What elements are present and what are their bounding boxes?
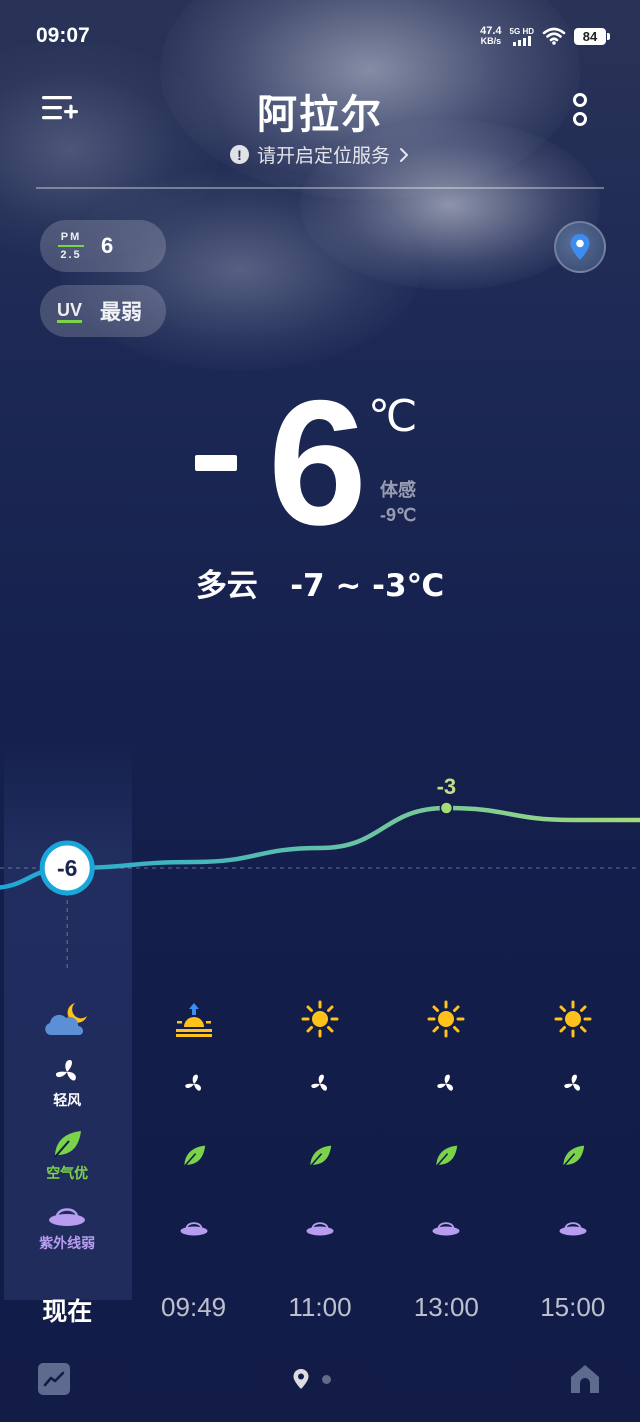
map-button[interactable] [554,221,606,273]
network-speed-unit: KB/s [480,36,502,46]
sun-icon [427,1000,465,1038]
hour-time: 13:00 [413,1292,479,1322]
condition-range: 多云 -7 ~ -3℃ [195,568,445,604]
sun-icon [301,1000,339,1038]
current-temperature: 6 [268,363,367,562]
cloudy-night-icon [45,1003,88,1035]
hourly-temperature-chart[interactable]: -6 -3 [0,740,640,980]
hour-column[interactable]: 09:49 [130,990,256,1322]
fan-icon [311,1074,327,1091]
peak-temperature-label: -3 [437,774,457,799]
page-indicator [292,1368,331,1390]
hour-time: 现在 [42,1297,93,1326]
temperature-minus-sign [195,455,237,471]
hour-column[interactable]: 15:00 [510,990,636,1322]
feels-like-label: 体感 [380,480,416,501]
wifi-icon [542,27,566,45]
location-service-prompt[interactable]: ! 请开启定位服务 [0,141,640,168]
hour-column[interactable]: 11:00 [257,990,383,1322]
chevron-right-icon [400,147,408,162]
battery-icon: 84 [574,27,610,45]
network-speed: 47.4 KB/s [480,25,502,47]
current-temperature-label: -6 [57,855,77,881]
location-tip-text: 请开启定位服务 [256,145,390,167]
temperature-unit: ℃ [368,392,418,441]
hour-column[interactable]: 轻风 空气优 紫外线弱 现在 [4,990,130,1326]
hour-time: 09:49 [161,1292,227,1322]
leaf-icon [436,1145,458,1167]
leaf-icon [309,1145,332,1167]
trend-chart-icon [43,1371,65,1387]
location-pin-icon [293,1369,309,1389]
feels-like-value: -9℃ [380,505,417,525]
uv-index-label: 紫外线弱 [39,1236,96,1252]
sun-hat-icon [559,1222,587,1236]
header-divider [36,187,604,189]
hour-time: 15:00 [540,1292,606,1322]
fan-icon [564,1074,580,1091]
fan-icon [437,1074,454,1091]
sun-hat-icon [306,1222,334,1236]
pm25-icon: PM 2.5 [57,231,85,261]
air-quality-label: 空气优 [46,1166,89,1182]
network-type: 5G HD [509,26,534,36]
sun-hat-icon [49,1208,86,1226]
page-dot [322,1374,331,1384]
pm25-pill[interactable]: PM 2.5 6 [40,220,166,272]
city-name[interactable]: 阿拉尔 [0,82,640,140]
sunrise-icon [175,1003,212,1037]
current-temperature-marker: -6 [39,840,95,896]
pm-label-bottom: 2.5 [60,249,82,261]
clock: 09:07 [36,24,90,47]
wind-label: 轻风 [53,1093,82,1109]
map-pin-icon [570,234,590,260]
sun-icon [554,1000,592,1038]
network-speed-value: 47.4 [480,25,502,37]
leaf-icon [183,1145,205,1167]
hour-time: 11:00 [288,1292,352,1322]
home-icon[interactable] [568,1362,602,1396]
hour-column[interactable]: 13:00 [383,990,509,1322]
more-options-icon[interactable] [566,90,594,130]
leaf-icon [54,1131,82,1158]
status-icons: 47.4 KB/s 5G HD 84 [480,25,610,47]
uv-pill[interactable]: UV 最弱 [40,285,166,337]
temperature-line [0,805,640,890]
leaf-icon [562,1145,584,1167]
sun-hat-icon [432,1222,460,1236]
fan-icon [56,1060,77,1081]
info-icon: ! [229,145,249,164]
trend-button[interactable] [38,1363,70,1395]
status-bar: 09:07 47.4 KB/s 5G HD 84 [36,22,610,50]
pm-label-top: PM [60,231,82,243]
signal-icon: 5G HD [510,27,534,46]
fan-icon [184,1074,201,1091]
uv-value: 最弱 [100,300,143,324]
sun-hat-icon [180,1222,208,1236]
peak-temperature-point [439,801,454,815]
hourly-forecast[interactable]: 轻风 空气优 紫外线弱 现在 09:49 11:00 13:00 15:00 [4,990,636,1326]
battery-level: 84 [582,28,598,44]
pm25-value: 6 [101,233,114,258]
uv-label: UV [57,300,83,323]
